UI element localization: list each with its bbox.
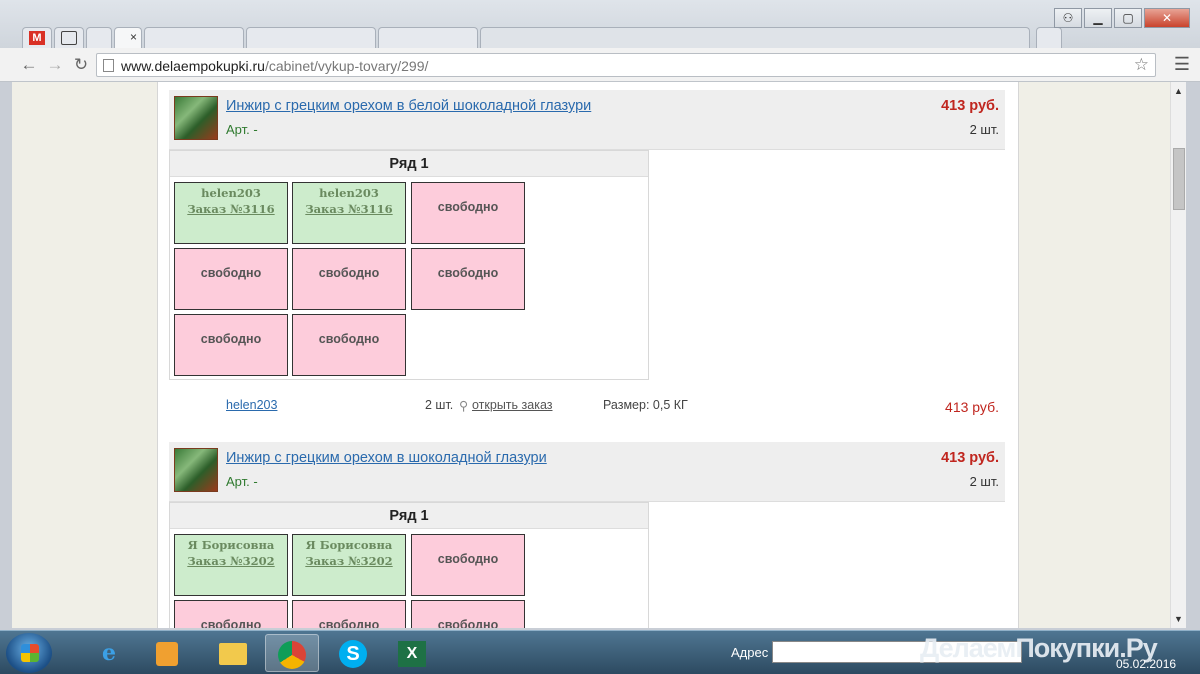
row-label: Ряд 1 xyxy=(170,151,648,177)
slot-free[interactable]: свободно xyxy=(411,534,525,596)
scroll-up-arrow-icon[interactable]: ▲ xyxy=(1174,86,1183,96)
slot-order-link[interactable]: Заказ №3116 xyxy=(293,201,405,217)
tab-blank[interactable] xyxy=(86,27,112,49)
start-button[interactable] xyxy=(6,633,52,673)
slot-taken[interactable]: Я Борисовна Заказ №3202 xyxy=(292,534,406,596)
tab-group-3[interactable] xyxy=(378,27,478,49)
scroll-thumb[interactable] xyxy=(1173,148,1185,210)
menu-icon[interactable]: ☰ xyxy=(1174,54,1190,75)
address-label: Адрес xyxy=(731,645,769,660)
bookmark-star-icon[interactable]: ☆ xyxy=(1134,55,1149,75)
clock-date[interactable]: 05.02.2016 xyxy=(1116,657,1176,671)
media-player-icon[interactable] xyxy=(140,634,194,672)
tab-group-2[interactable] xyxy=(246,27,376,49)
slot-free[interactable]: свободно xyxy=(174,248,288,310)
slot-free[interactable]: свободно xyxy=(411,248,525,310)
slot-order-link[interactable]: Заказ №3202 xyxy=(293,553,405,569)
slot-free[interactable]: свободно xyxy=(292,600,406,628)
tab-group-1[interactable] xyxy=(144,27,244,49)
order-line: helen203 2 шт. ⚲ открыть заказ Размер: 0… xyxy=(169,398,1005,420)
skype-icon[interactable]: S xyxy=(326,634,380,672)
maximize-button[interactable]: ▢ xyxy=(1114,8,1142,28)
browser-window: M × ⚇ ▁ ▢ ✕ ← → ↻ www.delaempokupki.ru/c… xyxy=(0,0,1200,630)
folder-icon[interactable] xyxy=(206,634,260,672)
user-icon[interactable]: ⚇ xyxy=(1054,8,1082,28)
slot-free[interactable]: свободно xyxy=(411,182,525,244)
product-article: Арт. - xyxy=(226,122,258,137)
product-quantity: 2 шт. xyxy=(969,474,999,489)
slot-user: Я Борисовна xyxy=(305,538,393,552)
product-title-link[interactable]: Инжир с грецким орехом в шоколадной глаз… xyxy=(226,450,547,466)
window-controls: ⚇ ▁ ▢ ✕ xyxy=(1054,8,1190,28)
slot-taken[interactable]: helen203 Заказ №3116 xyxy=(292,182,406,244)
page-viewport: Инжир с грецким орехом в белой шоколадно… xyxy=(12,82,1186,628)
product-thumbnail[interactable] xyxy=(174,448,218,492)
internet-explorer-icon[interactable]: e xyxy=(82,634,136,672)
product-card: Инжир с грецким орехом в белой шоколадно… xyxy=(169,90,1005,430)
product-article: Арт. - xyxy=(226,474,258,489)
vertical-scrollbar[interactable]: ▲ ▼ xyxy=(1170,82,1186,628)
close-window-button[interactable]: ✕ xyxy=(1144,8,1190,28)
slot-order-link[interactable]: Заказ №3116 xyxy=(175,201,287,217)
tab-current[interactable]: × xyxy=(114,27,142,49)
chrome-icon[interactable] xyxy=(265,634,319,672)
product-price: 413 руб. xyxy=(941,450,999,466)
slot-free[interactable]: свободно xyxy=(292,248,406,310)
tab-mail[interactable] xyxy=(54,27,84,49)
product-card: Инжир с грецким орехом в шоколадной глаз… xyxy=(169,442,1005,628)
content-column: Инжир с грецким орехом в белой шоколадно… xyxy=(157,82,1019,628)
slot-free[interactable]: свободно xyxy=(174,314,288,376)
slot-order-link[interactable]: Заказ №3202 xyxy=(175,553,287,569)
minimize-button[interactable]: ▁ xyxy=(1084,8,1112,28)
address-bar[interactable]: www.delaempokupki.ru/cabinet/vykup-tovar… xyxy=(96,53,1156,77)
tab-gmail[interactable]: M xyxy=(22,27,52,49)
new-tab-button[interactable] xyxy=(1036,27,1062,49)
tab-strip: M × ⚇ ▁ ▢ ✕ xyxy=(0,0,1200,49)
close-icon[interactable]: × xyxy=(130,30,137,44)
product-title-link[interactable]: Инжир с грецким орехом в белой шоколадно… xyxy=(226,98,591,114)
page-icon xyxy=(103,59,114,72)
excel-icon[interactable]: X xyxy=(385,634,439,672)
gmail-icon: M xyxy=(29,31,45,45)
scroll-down-arrow-icon[interactable]: ▼ xyxy=(1174,614,1183,624)
row-label: Ряд 1 xyxy=(170,503,648,529)
row-grid: Ряд 1 helen203 Заказ №3116 helen203 Зака… xyxy=(169,150,649,380)
product-thumbnail[interactable] xyxy=(174,96,218,140)
url-text: www.delaempokupki.ru/cabinet/vykup-tovar… xyxy=(121,58,429,74)
back-arrow-icon[interactable]: ← xyxy=(18,55,40,75)
reload-icon[interactable]: ↻ xyxy=(70,55,92,75)
envelope-icon xyxy=(61,31,77,45)
product-price: 413 руб. xyxy=(941,98,999,114)
slot-free[interactable]: свободно xyxy=(411,600,525,628)
open-order-link[interactable]: открыть заказ xyxy=(472,398,553,412)
slot-user: Я Борисовна xyxy=(187,538,275,552)
slot-taken[interactable]: helen203 Заказ №3116 xyxy=(174,182,288,244)
product-header: Инжир с грецким орехом в белой шоколадно… xyxy=(169,90,1005,150)
forward-arrow-icon[interactable]: → xyxy=(44,55,66,75)
slot-free[interactable]: свободно xyxy=(292,314,406,376)
order-size: Размер: 0,5 КГ xyxy=(603,398,688,412)
browser-toolbar: ← → ↻ www.delaempokupki.ru/cabinet/vykup… xyxy=(0,48,1200,82)
order-user-link[interactable]: helen203 xyxy=(226,398,277,412)
slot-user: helen203 xyxy=(319,186,379,200)
slot-taken[interactable]: Я Борисовна Заказ №3202 xyxy=(174,534,288,596)
slot-user: helen203 xyxy=(201,186,261,200)
order-quantity: 2 шт. xyxy=(425,398,454,412)
slot-free[interactable]: свободно xyxy=(174,600,288,628)
tab-group-4[interactable] xyxy=(480,27,1030,49)
order-price: 413 руб. xyxy=(945,399,999,415)
row-grid: Ряд 1 Я Борисовна Заказ №3202 Я Борисовн… xyxy=(169,502,649,628)
product-header: Инжир с грецким орехом в шоколадной глаз… xyxy=(169,442,1005,502)
windows-taskbar: e S X Адрес ДелаемПокупки.Ру 05.02.2016 xyxy=(0,630,1200,674)
product-quantity: 2 шт. xyxy=(969,122,999,137)
magnifier-icon: ⚲ xyxy=(459,399,469,413)
windows-logo-icon xyxy=(21,644,39,662)
